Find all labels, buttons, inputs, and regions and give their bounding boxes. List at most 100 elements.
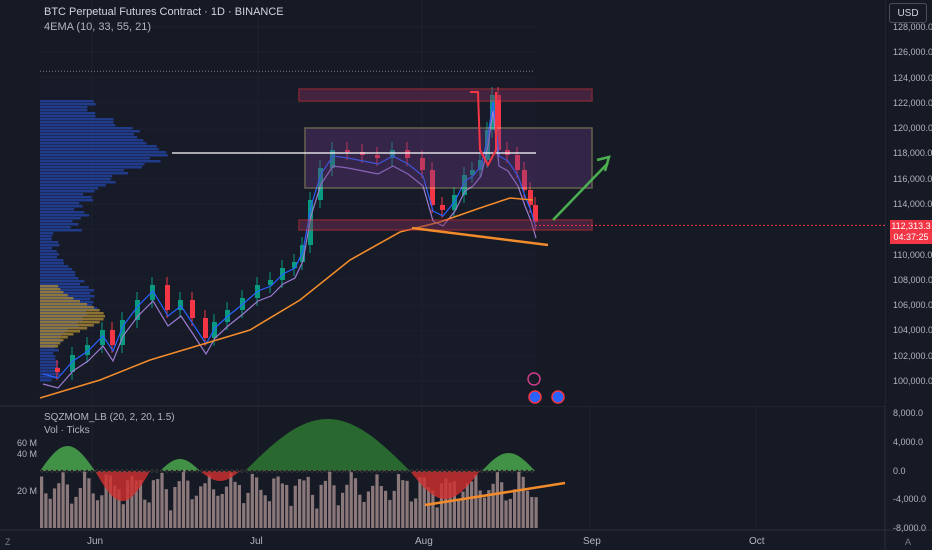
squeeze-dot xyxy=(186,470,189,473)
squeeze-dot xyxy=(66,470,69,473)
momentum-axis-tick: 8,000.0 xyxy=(893,408,923,418)
currency-button[interactable]: USD xyxy=(889,3,927,23)
volume-bar xyxy=(307,477,310,528)
squeeze-dot xyxy=(261,470,264,473)
volume-bar xyxy=(530,497,533,528)
volume-bar xyxy=(169,510,172,528)
squeeze-dot xyxy=(86,470,89,473)
volume-bar xyxy=(281,483,284,528)
squeeze-dot xyxy=(61,470,64,473)
volume-bar xyxy=(341,493,344,528)
squeeze-dot xyxy=(91,470,94,473)
volume-bar xyxy=(66,484,69,528)
candle-body xyxy=(190,300,195,318)
squeeze-dot xyxy=(141,470,144,473)
volume-bar xyxy=(526,491,529,528)
volume-bar xyxy=(517,472,520,528)
volume-bar xyxy=(431,491,434,528)
volume-axis-tick: 40 M xyxy=(17,449,37,459)
volume-bar xyxy=(285,485,288,528)
volume-bar xyxy=(208,475,211,528)
candle-body xyxy=(440,205,445,210)
volume-bar xyxy=(242,503,245,528)
volume-bar xyxy=(49,499,52,528)
squeeze-dot xyxy=(511,470,514,473)
squeeze-dot xyxy=(171,470,174,473)
volume-bar xyxy=(367,491,370,528)
auto-scale-button[interactable]: A xyxy=(905,537,911,547)
volume-bar xyxy=(203,483,206,528)
volume-bar xyxy=(354,478,357,528)
squeeze-dot xyxy=(426,470,429,473)
chart-title: BTC Perpetual Futures Contract · 1D · BI… xyxy=(44,6,284,18)
volume-bar xyxy=(289,506,292,528)
squeeze-dot xyxy=(516,470,519,473)
chart-canvas[interactable] xyxy=(0,0,932,550)
squeeze-momentum-label[interactable]: SQZMOM_LB (20, 2, 20, 1.5) xyxy=(44,412,175,423)
squeeze-dot xyxy=(321,470,324,473)
price-axis-tick: 124,000.0 xyxy=(893,73,932,83)
price-axis-tick: 128,000.0 xyxy=(893,22,932,32)
volume-bar xyxy=(427,487,430,528)
volume-bar xyxy=(53,488,56,528)
time-axis-tick: Jul xyxy=(250,536,263,547)
squeeze-dot xyxy=(206,470,209,473)
zoom-reset-button[interactable]: Z xyxy=(5,537,11,547)
squeeze-dot xyxy=(486,470,489,473)
squeeze-dot xyxy=(106,470,109,473)
volume-bar xyxy=(513,489,516,528)
price-axis-tick: 126,000.0 xyxy=(893,47,932,57)
squeeze-dot xyxy=(371,470,374,473)
volume-bar xyxy=(83,472,86,528)
volume-bar xyxy=(315,509,318,528)
volume-bar xyxy=(96,500,99,528)
squeeze-dot xyxy=(526,470,529,473)
volume-bar xyxy=(311,495,314,528)
squeeze-dot xyxy=(406,470,409,473)
volume-bar xyxy=(492,484,495,528)
volume-bar xyxy=(535,497,538,528)
volume-bar xyxy=(44,493,47,528)
volume-bar xyxy=(337,505,340,528)
time-axis-tick: Aug xyxy=(415,536,433,547)
squeeze-dot xyxy=(76,470,79,473)
volume-bar xyxy=(100,495,103,528)
momentum-positive xyxy=(245,419,410,471)
squeeze-dot xyxy=(131,470,134,473)
squeeze-dot xyxy=(56,470,59,473)
squeeze-dot xyxy=(341,470,344,473)
squeeze-dot xyxy=(166,470,169,473)
squeeze-dot xyxy=(316,470,319,473)
volume-bar xyxy=(92,493,95,528)
squeeze-dot xyxy=(266,470,269,473)
price-axis-tick: 102,000.0 xyxy=(893,351,932,361)
squeeze-dot xyxy=(231,470,234,473)
volume-axis-tick: 60 M xyxy=(17,438,37,448)
volume-bar xyxy=(251,474,254,528)
volume-bar xyxy=(393,491,396,528)
volume-bar xyxy=(259,490,262,528)
squeeze-dot xyxy=(331,470,334,473)
price-axis-tick: 118,000.0 xyxy=(893,148,932,158)
squeeze-dot xyxy=(51,470,54,473)
squeeze-dot xyxy=(356,470,359,473)
squeeze-dot xyxy=(121,470,124,473)
squeeze-dot xyxy=(326,470,329,473)
volume-bar xyxy=(410,501,413,528)
ema-indicator-label[interactable]: 4EMA (10, 33, 55, 21) xyxy=(44,21,151,33)
volume-bar xyxy=(324,481,327,528)
squeeze-dot xyxy=(521,470,524,473)
volume-bar xyxy=(70,504,73,528)
volume-bar xyxy=(298,479,301,528)
price-axis-tick: 122,000.0 xyxy=(893,98,932,108)
squeeze-dot xyxy=(306,470,309,473)
squeeze-dot xyxy=(421,470,424,473)
volume-bar xyxy=(40,476,43,528)
volume-label[interactable]: Vol · Ticks xyxy=(44,425,90,436)
time-axis-tick: Sep xyxy=(583,536,601,547)
squeeze-dot xyxy=(71,470,74,473)
current-price: 112,313.3 xyxy=(890,221,932,232)
squeeze-dot xyxy=(481,470,484,473)
squeeze-dot xyxy=(436,470,439,473)
squeeze-dot xyxy=(181,470,184,473)
